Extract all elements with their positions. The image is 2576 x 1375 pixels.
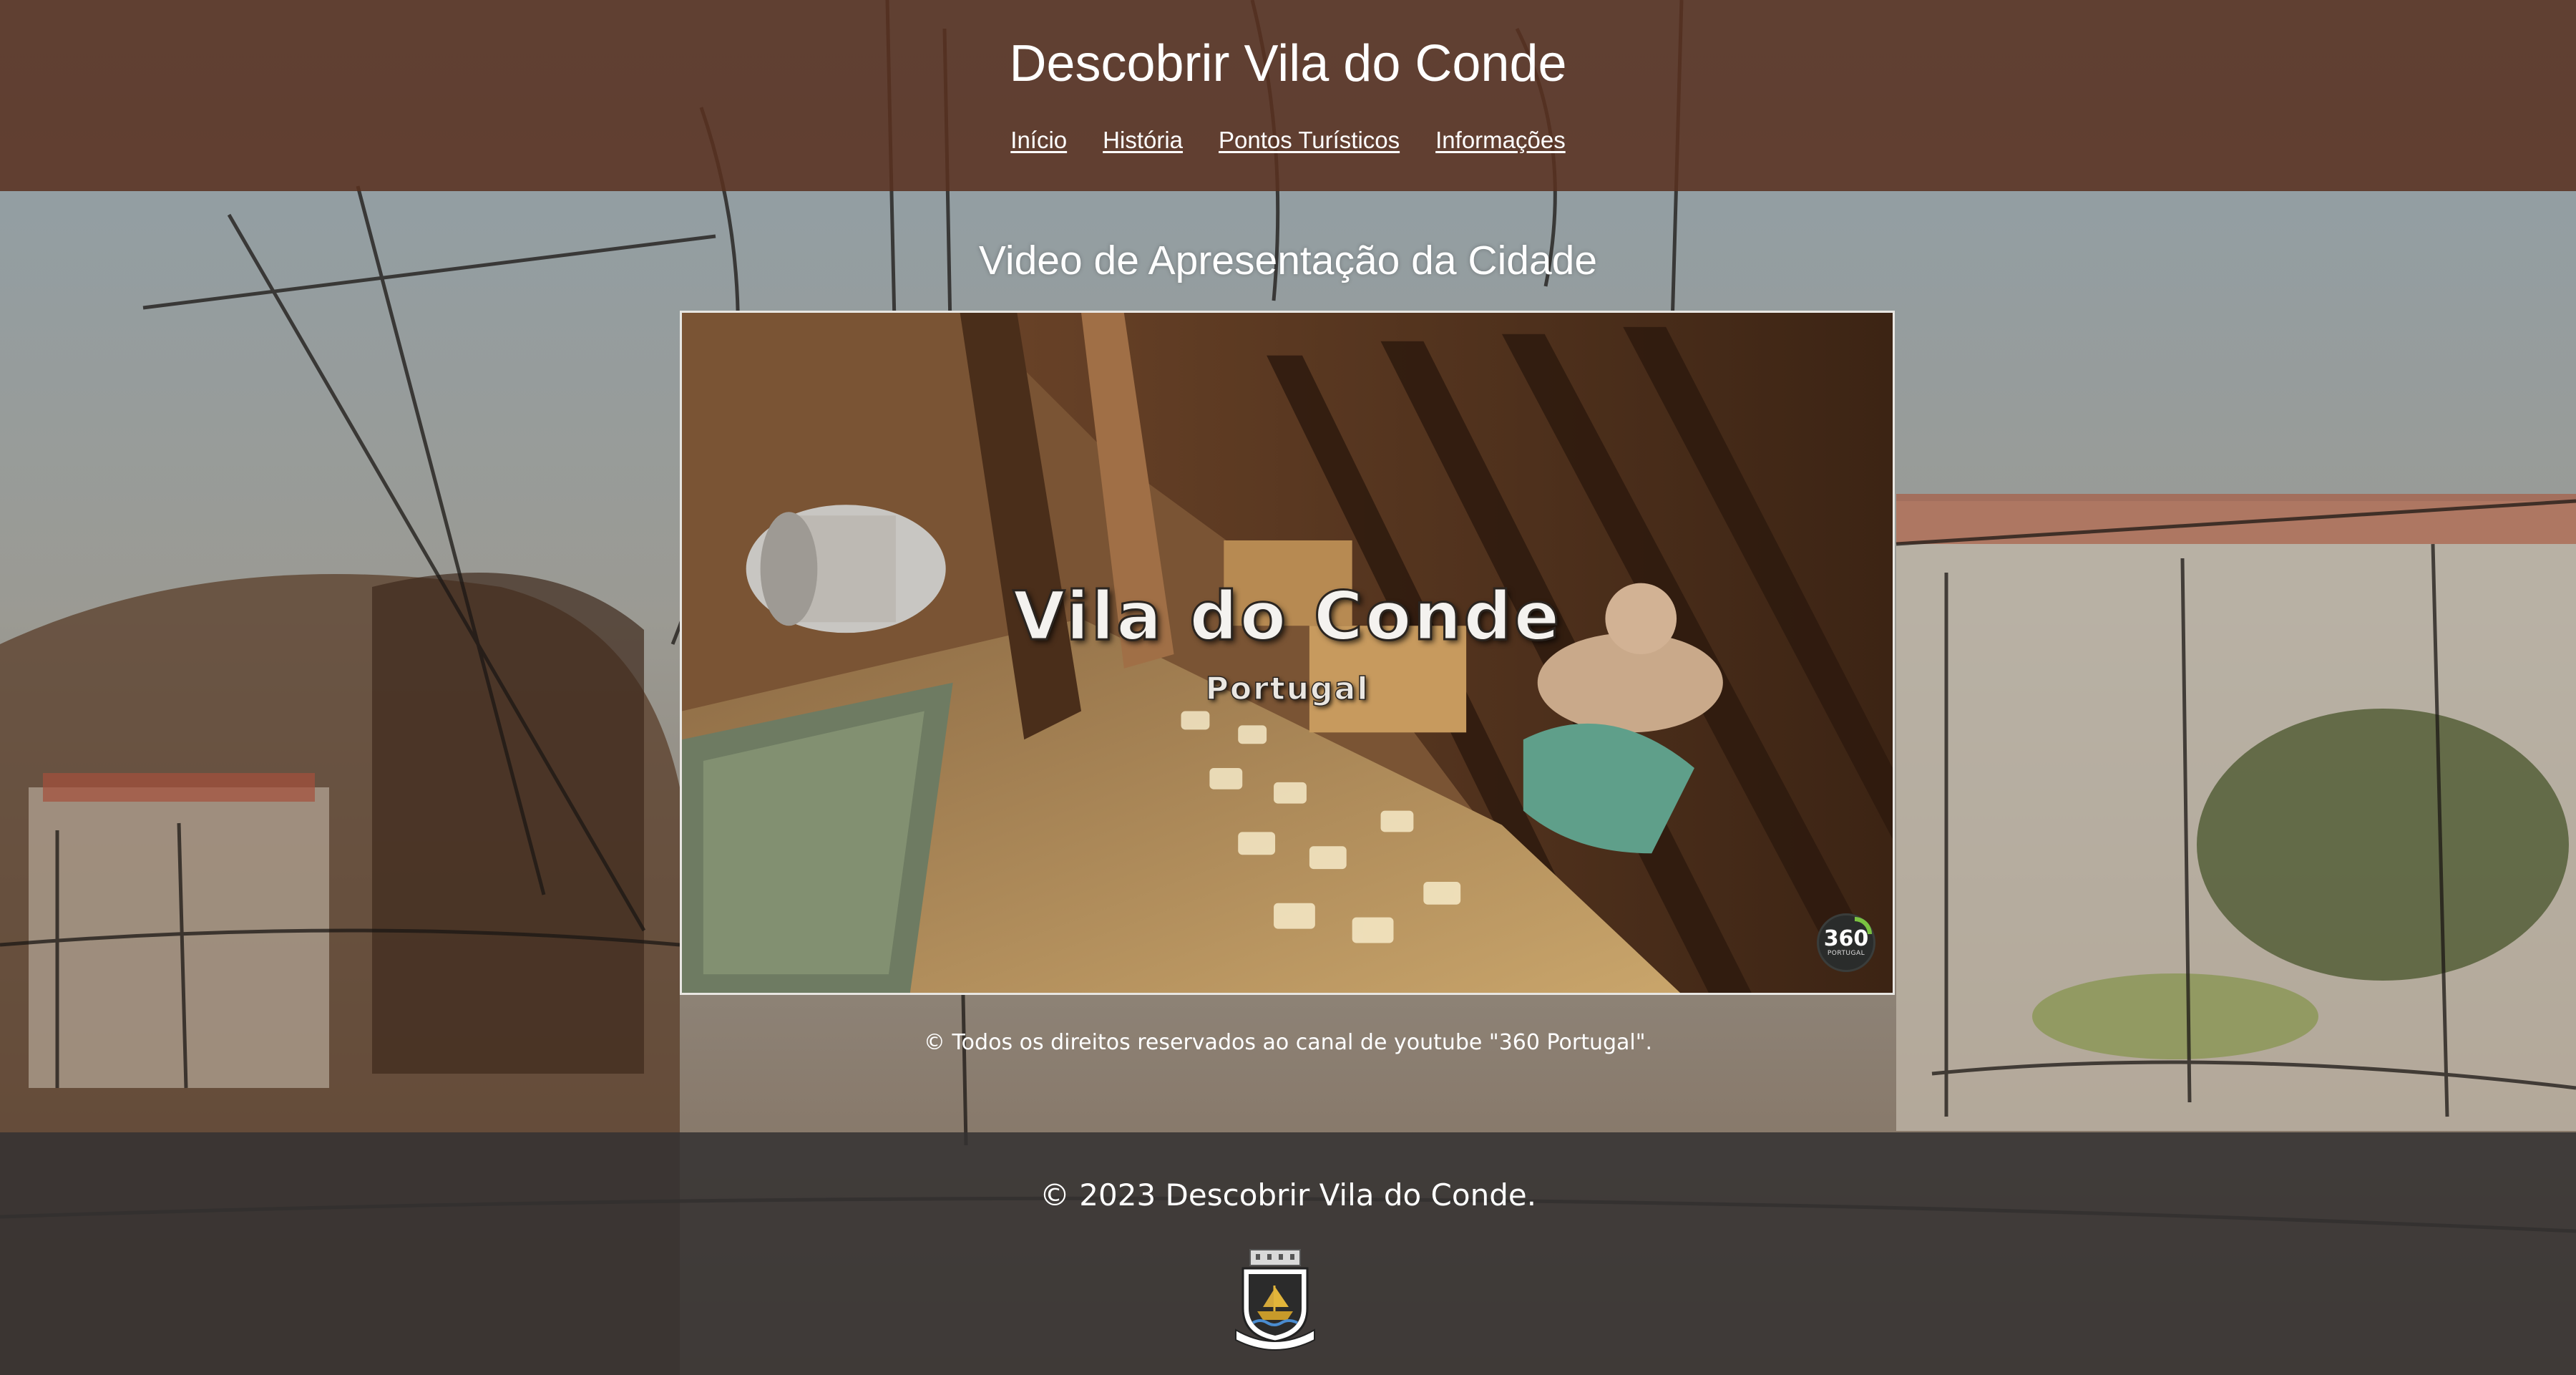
nav-link-historia[interactable]: História (1103, 123, 1183, 157)
main-content: Video de Apresentação da Cidade Vila do … (0, 191, 2576, 1132)
nav-link-inicio[interactable]: Início (1010, 123, 1067, 157)
video-copyright-note: © Todos os direitos reservados ao canal … (923, 1030, 1653, 1055)
video-title-overlay: Vila do Conde (1012, 577, 1562, 657)
nav-link-pontos-turisticos[interactable]: Pontos Turísticos (1219, 123, 1400, 157)
video-player[interactable]: Vila do Conde Portugal 360 PORTUGAL (680, 311, 1895, 995)
site-footer: © 2023 Descobrir Vila do Conde. (0, 1132, 2576, 1375)
main-nav: Início História Pontos Turísticos Inform… (0, 123, 2576, 157)
site-title: Descobrir Vila do Conde (1009, 35, 1567, 92)
video-subtitle-overlay: Portugal (1205, 670, 1370, 708)
footer-copyright: © 2023 Descobrir Vila do Conde. (1039, 1177, 1537, 1213)
site-header: Descobrir Vila do Conde Início História … (0, 0, 2576, 191)
video-section-heading: Video de Apresentação da Cidade (978, 238, 1598, 283)
channel-360-logo[interactable]: 360 PORTUGAL (1817, 913, 1875, 972)
city-crest-logo (1235, 1249, 1315, 1351)
nav-link-informacoes[interactable]: Informações (1435, 123, 1566, 157)
